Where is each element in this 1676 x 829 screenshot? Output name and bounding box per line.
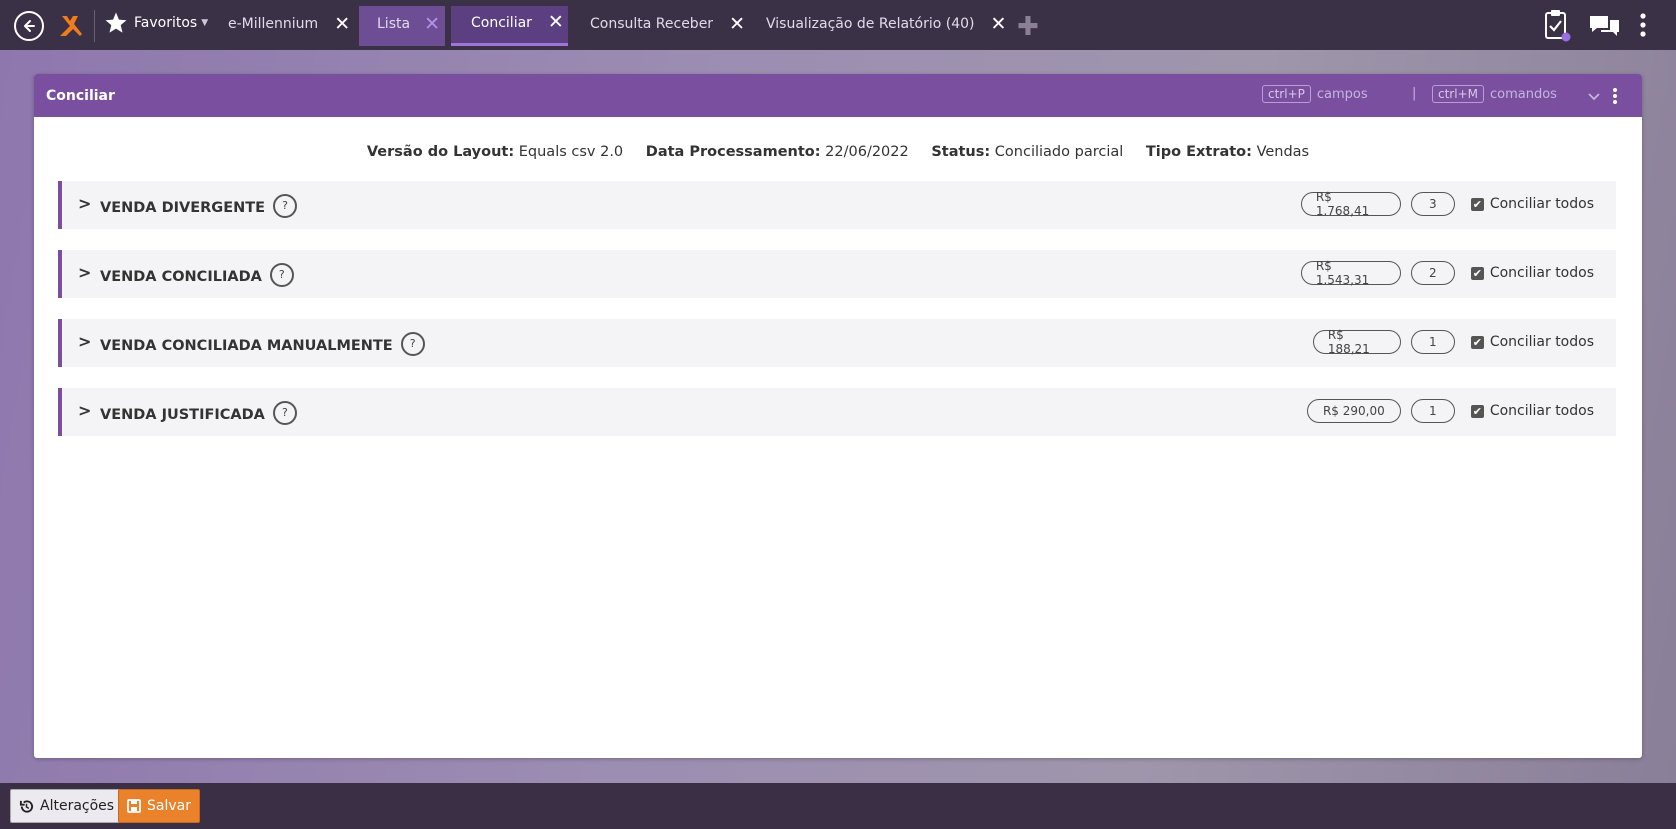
hotkey-campos[interactable]: ctrl+P campos [1262, 85, 1368, 103]
reconcile-all-checkbox[interactable]: ✔ Conciliar todos [1470, 403, 1594, 419]
extract-type-value: Vendas [1256, 144, 1310, 160]
divider [94, 10, 95, 42]
save-icon [127, 799, 141, 813]
chat-icon[interactable] [1588, 14, 1622, 42]
section-venda-justificada[interactable]: > VENDA JUSTIFICADA? R$ 290,00 1 ✔ Conci… [58, 388, 1616, 436]
tab-label: Lista [377, 16, 411, 32]
section-title-text: VENDA CONCILIADA [100, 269, 262, 285]
tab-conciliar[interactable]: Conciliar ✕ [451, 6, 568, 46]
hotkey-comandos[interactable]: ctrl+M comandos [1432, 85, 1557, 103]
amount-badge: R$ 290,00 [1306, 399, 1401, 423]
count-badge: 2 [1410, 261, 1455, 285]
amount-badge: R$ 1.768,41 [1300, 190, 1401, 218]
checkbox-label: Conciliar todos [1489, 196, 1594, 212]
help-icon[interactable]: ? [400, 332, 425, 356]
date-value: 22/06/2022 [825, 144, 909, 160]
date-label: Data Processamento: [645, 144, 821, 160]
tab-label: Consulta Receber [590, 16, 714, 32]
status-value: Conciliado parcial [994, 144, 1124, 160]
section-title-text: VENDA CONCILIADA MANUALMENTE [100, 338, 393, 354]
count-badge: 1 [1410, 330, 1455, 354]
chevron-down-icon: ▼ [201, 18, 209, 28]
tab-label: e-Millennium [228, 16, 319, 32]
chevron-right-icon[interactable]: > [78, 194, 91, 213]
checkbox-label: Conciliar todos [1489, 265, 1594, 281]
layout-value: Equals csv 2.0 [518, 144, 624, 160]
checkbox-checked-icon[interactable]: ✔ [1470, 404, 1484, 418]
hotkey-key: ctrl+P [1262, 85, 1311, 103]
close-icon[interactable]: ✕ [424, 14, 440, 34]
hotkey-label: campos [1316, 86, 1368, 102]
section-venda-conciliada-manualmente[interactable]: > VENDA CONCILIADA MANUALMENTE? R$ 188,2… [58, 319, 1616, 367]
reconcile-all-checkbox[interactable]: ✔ Conciliar todos [1470, 334, 1594, 350]
tab-e-millennium[interactable]: e-Millennium ✕ [228, 6, 350, 46]
changes-label: Alterações [40, 798, 115, 814]
checkbox-label: Conciliar todos [1489, 403, 1594, 419]
panel-more-vertical-icon[interactable] [1612, 87, 1618, 109]
changes-button[interactable]: Alterações [10, 789, 124, 823]
help-icon[interactable]: ? [272, 401, 297, 425]
tab-label: Visualização de Relatório (40) [766, 16, 975, 32]
favorites-label: Favoritos [134, 15, 198, 31]
reconcile-all-checkbox[interactable]: ✔ Conciliar todos [1470, 196, 1594, 212]
section-title-text: VENDA DIVERGENTE [100, 200, 266, 216]
favorites-menu[interactable]: Favoritos ▼ [104, 11, 208, 35]
app-logo-icon[interactable] [56, 12, 84, 40]
count-badge: 1 [1410, 399, 1455, 423]
checkbox-checked-icon[interactable]: ✔ [1470, 197, 1484, 211]
amount-badge: R$ 1.543,31 [1300, 259, 1401, 287]
section-title: VENDA JUSTIFICADA? [100, 401, 297, 427]
chevron-right-icon[interactable]: > [78, 401, 91, 420]
checkbox-checked-icon[interactable]: ✔ [1470, 266, 1484, 280]
hotkey-key: ctrl+M [1432, 85, 1484, 103]
status-label: Status: [931, 144, 991, 160]
section-title: VENDA CONCILIADA? [100, 263, 294, 289]
save-button[interactable]: Salvar [118, 789, 200, 823]
tab-visualizacao-relatorio[interactable]: Visualização de Relatório (40) ✕ [766, 6, 1006, 46]
chevron-right-icon[interactable]: > [78, 332, 91, 351]
section-title: VENDA DIVERGENTE? [100, 194, 298, 220]
checkbox-label: Conciliar todos [1489, 334, 1594, 350]
section-venda-conciliada[interactable]: > VENDA CONCILIADA? R$ 1.543,31 2 ✔ Conc… [58, 250, 1616, 298]
panel-title: Conciliar [46, 87, 115, 104]
close-icon[interactable]: ✕ [548, 13, 564, 32]
section-title: VENDA CONCILIADA MANUALMENTE? [100, 332, 425, 358]
clipboard-check-icon[interactable] [1543, 8, 1571, 46]
hotkey-separator: | [1412, 86, 1417, 101]
chevron-down-icon[interactable] [1587, 87, 1601, 106]
panel-header: Conciliar ctrl+P campos | ctrl+M comando… [34, 74, 1642, 117]
checkbox-checked-icon[interactable]: ✔ [1470, 335, 1484, 349]
layout-label: Versão do Layout: [366, 144, 515, 160]
bottom-bar: Alterações Salvar [0, 783, 1676, 829]
tab-label: Conciliar [471, 14, 532, 31]
plus-icon[interactable]: ✚ [1017, 14, 1039, 40]
help-icon[interactable]: ? [269, 263, 294, 287]
help-icon[interactable]: ? [273, 194, 298, 218]
top-bar: Favoritos ▼ e-Millennium ✕ Lista ✕ Conci… [0, 0, 1676, 50]
star-icon [105, 12, 127, 33]
section-summary: R$ 290,00 1 ✔ Conciliar todos [1306, 399, 1594, 423]
hotkey-label: comandos [1489, 86, 1557, 102]
close-icon[interactable]: ✕ [334, 14, 350, 34]
tab-consulta-receber[interactable]: Consulta Receber ✕ [590, 6, 745, 46]
close-icon[interactable]: ✕ [729, 14, 745, 34]
section-summary: R$ 1.543,31 2 ✔ Conciliar todos [1300, 259, 1594, 287]
extract-type-label: Tipo Extrato: [1145, 144, 1252, 160]
processing-info: Versão do Layout: Equals csv 2.0 Data Pr… [34, 144, 1642, 160]
conciliar-panel: Conciliar ctrl+P campos | ctrl+M comando… [34, 74, 1642, 758]
reconcile-all-checkbox[interactable]: ✔ Conciliar todos [1470, 265, 1594, 281]
more-vertical-icon[interactable] [1639, 12, 1647, 42]
close-icon[interactable]: ✕ [991, 14, 1007, 34]
section-summary: R$ 1.768,41 3 ✔ Conciliar todos [1300, 190, 1594, 218]
tab-lista[interactable]: Lista ✕ [359, 6, 445, 46]
section-title-text: VENDA JUSTIFICADA [100, 407, 265, 423]
chevron-right-icon[interactable]: > [78, 263, 91, 282]
section-summary: R$ 188,21 1 ✔ Conciliar todos [1312, 328, 1594, 356]
section-venda-divergente[interactable]: > VENDA DIVERGENTE? R$ 1.768,41 3 ✔ Conc… [58, 181, 1616, 229]
count-badge: 3 [1410, 192, 1455, 216]
amount-badge: R$ 188,21 [1312, 328, 1401, 356]
history-icon [19, 799, 34, 813]
back-arrow-icon[interactable] [14, 11, 44, 41]
save-label: Salvar [147, 798, 191, 814]
